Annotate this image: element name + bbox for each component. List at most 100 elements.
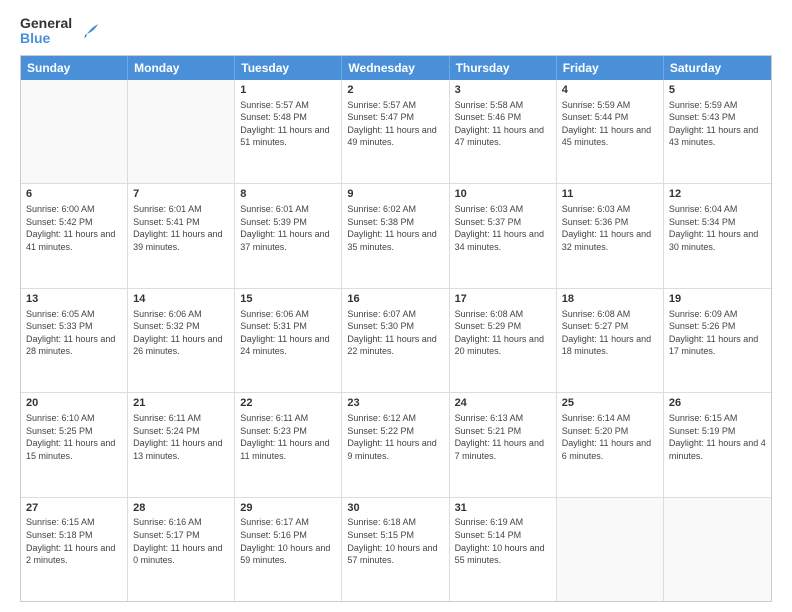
calendar-cell: 7Sunrise: 6:01 AMSunset: 5:41 PMDaylight… — [128, 184, 235, 287]
day-number: 6 — [26, 187, 122, 202]
day-number: 20 — [26, 396, 122, 411]
cell-info: Sunrise: 6:01 AMSunset: 5:39 PMDaylight:… — [240, 203, 336, 253]
day-number: 28 — [133, 501, 229, 516]
day-number: 12 — [669, 187, 766, 202]
cell-info: Sunrise: 6:19 AMSunset: 5:14 PMDaylight:… — [455, 516, 551, 566]
calendar-cell: 14Sunrise: 6:06 AMSunset: 5:32 PMDayligh… — [128, 289, 235, 392]
cell-info: Sunrise: 6:05 AMSunset: 5:33 PMDaylight:… — [26, 308, 122, 358]
day-number: 25 — [562, 396, 658, 411]
calendar-cell: 15Sunrise: 6:06 AMSunset: 5:31 PMDayligh… — [235, 289, 342, 392]
calendar-cell: 31Sunrise: 6:19 AMSunset: 5:14 PMDayligh… — [450, 498, 557, 601]
cell-info: Sunrise: 6:17 AMSunset: 5:16 PMDaylight:… — [240, 516, 336, 566]
cell-info: Sunrise: 6:18 AMSunset: 5:15 PMDaylight:… — [347, 516, 443, 566]
day-number: 17 — [455, 292, 551, 307]
calendar: SundayMondayTuesdayWednesdayThursdayFrid… — [20, 55, 772, 602]
day-number: 30 — [347, 501, 443, 516]
cell-info: Sunrise: 6:11 AMSunset: 5:23 PMDaylight:… — [240, 412, 336, 462]
calendar-cell — [664, 498, 771, 601]
cell-info: Sunrise: 6:07 AMSunset: 5:30 PMDaylight:… — [347, 308, 443, 358]
weekday-header-tuesday: Tuesday — [235, 56, 342, 80]
cell-info: Sunrise: 6:06 AMSunset: 5:31 PMDaylight:… — [240, 308, 336, 358]
calendar-cell: 20Sunrise: 6:10 AMSunset: 5:25 PMDayligh… — [21, 393, 128, 496]
calendar-cell: 5Sunrise: 5:59 AMSunset: 5:43 PMDaylight… — [664, 80, 771, 183]
calendar-cell: 18Sunrise: 6:08 AMSunset: 5:27 PMDayligh… — [557, 289, 664, 392]
calendar-body: 1Sunrise: 5:57 AMSunset: 5:48 PMDaylight… — [21, 80, 771, 601]
cell-info: Sunrise: 6:01 AMSunset: 5:41 PMDaylight:… — [133, 203, 229, 253]
logo-blue: Blue — [20, 31, 72, 46]
day-number: 13 — [26, 292, 122, 307]
calendar-cell: 30Sunrise: 6:18 AMSunset: 5:15 PMDayligh… — [342, 498, 449, 601]
calendar-cell: 19Sunrise: 6:09 AMSunset: 5:26 PMDayligh… — [664, 289, 771, 392]
calendar-cell: 25Sunrise: 6:14 AMSunset: 5:20 PMDayligh… — [557, 393, 664, 496]
calendar-cell: 8Sunrise: 6:01 AMSunset: 5:39 PMDaylight… — [235, 184, 342, 287]
calendar-cell — [557, 498, 664, 601]
weekday-header-thursday: Thursday — [450, 56, 557, 80]
day-number: 9 — [347, 187, 443, 202]
calendar-row-2: 13Sunrise: 6:05 AMSunset: 5:33 PMDayligh… — [21, 288, 771, 392]
cell-info: Sunrise: 6:03 AMSunset: 5:37 PMDaylight:… — [455, 203, 551, 253]
day-number: 24 — [455, 396, 551, 411]
cell-info: Sunrise: 6:08 AMSunset: 5:29 PMDaylight:… — [455, 308, 551, 358]
day-number: 10 — [455, 187, 551, 202]
calendar-cell: 12Sunrise: 6:04 AMSunset: 5:34 PMDayligh… — [664, 184, 771, 287]
cell-info: Sunrise: 5:59 AMSunset: 5:44 PMDaylight:… — [562, 99, 658, 149]
cell-info: Sunrise: 6:15 AMSunset: 5:18 PMDaylight:… — [26, 516, 122, 566]
day-number: 31 — [455, 501, 551, 516]
weekday-header-sunday: Sunday — [21, 56, 128, 80]
calendar-cell: 3Sunrise: 5:58 AMSunset: 5:46 PMDaylight… — [450, 80, 557, 183]
logo-wordmark: General Blue — [20, 16, 72, 47]
logo-general: General — [20, 16, 72, 31]
weekday-header-saturday: Saturday — [664, 56, 771, 80]
calendar-cell: 1Sunrise: 5:57 AMSunset: 5:48 PMDaylight… — [235, 80, 342, 183]
weekday-header-wednesday: Wednesday — [342, 56, 449, 80]
cell-info: Sunrise: 5:57 AMSunset: 5:47 PMDaylight:… — [347, 99, 443, 149]
cell-info: Sunrise: 5:57 AMSunset: 5:48 PMDaylight:… — [240, 99, 336, 149]
calendar-row-3: 20Sunrise: 6:10 AMSunset: 5:25 PMDayligh… — [21, 392, 771, 496]
calendar-cell: 26Sunrise: 6:15 AMSunset: 5:19 PMDayligh… — [664, 393, 771, 496]
day-number: 11 — [562, 187, 658, 202]
weekday-header-friday: Friday — [557, 56, 664, 80]
cell-info: Sunrise: 6:15 AMSunset: 5:19 PMDaylight:… — [669, 412, 766, 462]
calendar-cell: 21Sunrise: 6:11 AMSunset: 5:24 PMDayligh… — [128, 393, 235, 496]
cell-info: Sunrise: 6:12 AMSunset: 5:22 PMDaylight:… — [347, 412, 443, 462]
cell-info: Sunrise: 6:02 AMSunset: 5:38 PMDaylight:… — [347, 203, 443, 253]
cell-info: Sunrise: 5:58 AMSunset: 5:46 PMDaylight:… — [455, 99, 551, 149]
day-number: 19 — [669, 292, 766, 307]
day-number: 18 — [562, 292, 658, 307]
calendar-cell — [21, 80, 128, 183]
logo-bird-icon — [76, 20, 98, 42]
weekday-header-monday: Monday — [128, 56, 235, 80]
cell-info: Sunrise: 6:09 AMSunset: 5:26 PMDaylight:… — [669, 308, 766, 358]
calendar-row-0: 1Sunrise: 5:57 AMSunset: 5:48 PMDaylight… — [21, 80, 771, 183]
day-number: 8 — [240, 187, 336, 202]
calendar-cell: 9Sunrise: 6:02 AMSunset: 5:38 PMDaylight… — [342, 184, 449, 287]
calendar-row-4: 27Sunrise: 6:15 AMSunset: 5:18 PMDayligh… — [21, 497, 771, 601]
cell-info: Sunrise: 5:59 AMSunset: 5:43 PMDaylight:… — [669, 99, 766, 149]
cell-info: Sunrise: 6:11 AMSunset: 5:24 PMDaylight:… — [133, 412, 229, 462]
cell-info: Sunrise: 6:13 AMSunset: 5:21 PMDaylight:… — [455, 412, 551, 462]
day-number: 21 — [133, 396, 229, 411]
cell-info: Sunrise: 6:04 AMSunset: 5:34 PMDaylight:… — [669, 203, 766, 253]
calendar-cell: 4Sunrise: 5:59 AMSunset: 5:44 PMDaylight… — [557, 80, 664, 183]
day-number: 26 — [669, 396, 766, 411]
calendar-cell: 17Sunrise: 6:08 AMSunset: 5:29 PMDayligh… — [450, 289, 557, 392]
day-number: 16 — [347, 292, 443, 307]
calendar-cell: 2Sunrise: 5:57 AMSunset: 5:47 PMDaylight… — [342, 80, 449, 183]
day-number: 5 — [669, 83, 766, 98]
cell-info: Sunrise: 6:03 AMSunset: 5:36 PMDaylight:… — [562, 203, 658, 253]
calendar-cell: 23Sunrise: 6:12 AMSunset: 5:22 PMDayligh… — [342, 393, 449, 496]
calendar-cell: 16Sunrise: 6:07 AMSunset: 5:30 PMDayligh… — [342, 289, 449, 392]
day-number: 14 — [133, 292, 229, 307]
calendar-header: SundayMondayTuesdayWednesdayThursdayFrid… — [21, 56, 771, 80]
cell-info: Sunrise: 6:16 AMSunset: 5:17 PMDaylight:… — [133, 516, 229, 566]
calendar-cell: 29Sunrise: 6:17 AMSunset: 5:16 PMDayligh… — [235, 498, 342, 601]
day-number: 3 — [455, 83, 551, 98]
cell-info: Sunrise: 6:08 AMSunset: 5:27 PMDaylight:… — [562, 308, 658, 358]
cell-info: Sunrise: 6:06 AMSunset: 5:32 PMDaylight:… — [133, 308, 229, 358]
day-number: 27 — [26, 501, 122, 516]
calendar-cell: 24Sunrise: 6:13 AMSunset: 5:21 PMDayligh… — [450, 393, 557, 496]
calendar-cell: 27Sunrise: 6:15 AMSunset: 5:18 PMDayligh… — [21, 498, 128, 601]
day-number: 1 — [240, 83, 336, 98]
calendar-cell: 13Sunrise: 6:05 AMSunset: 5:33 PMDayligh… — [21, 289, 128, 392]
day-number: 4 — [562, 83, 658, 98]
